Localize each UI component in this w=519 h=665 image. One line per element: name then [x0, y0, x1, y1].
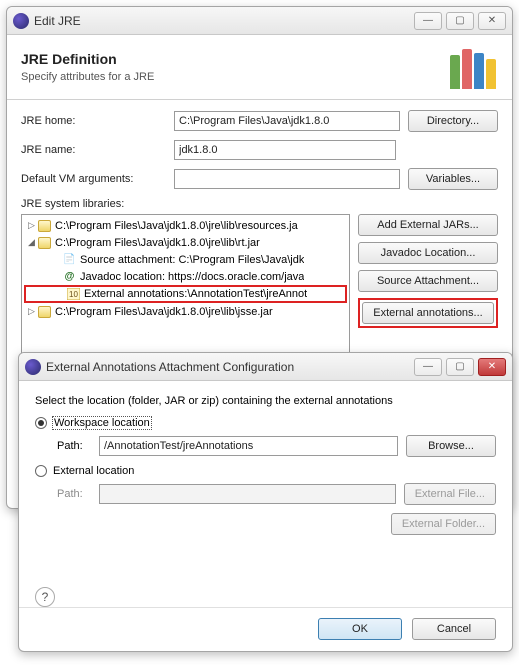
path-label: Path: [57, 488, 91, 500]
highlight-box: External annotations... [358, 298, 498, 328]
external-folder-button: External Folder... [391, 513, 496, 535]
tree-node-resources-jar[interactable]: ▷ C:\Program Files\Java\jdk1.8.0\jre\lib… [22, 217, 349, 234]
collapse-icon[interactable]: ◢ [26, 237, 37, 248]
libraries-label: JRE system libraries: [21, 198, 498, 210]
eclipse-icon [25, 359, 41, 375]
workspace-path-input[interactable] [99, 436, 398, 456]
close-button[interactable]: ✕ [478, 358, 506, 376]
libraries-tree[interactable]: ▷ C:\Program Files\Java\jdk1.8.0\jre\lib… [21, 214, 350, 364]
variables-button[interactable]: Variables... [408, 168, 498, 190]
minimize-button[interactable]: — [414, 12, 442, 30]
external-location-radio[interactable]: External location [35, 465, 496, 477]
source-icon: 📄 [62, 253, 77, 267]
tree-node-external-annotations[interactable]: 10 External annotations:\AnnotationTest\… [24, 285, 347, 303]
directory-button[interactable]: Directory... [408, 110, 498, 132]
workspace-location-label: Workspace location [53, 417, 151, 429]
page-title: JRE Definition [21, 51, 450, 67]
radio-icon[interactable] [35, 417, 47, 429]
tree-node-source-attachment[interactable]: 📄 Source attachment: C:\Program Files\Ja… [22, 251, 349, 268]
jar-icon [38, 220, 51, 232]
minimize-button[interactable]: — [414, 358, 442, 376]
javadoc-location-button[interactable]: Javadoc Location... [358, 242, 498, 264]
source-attachment-button[interactable]: Source Attachment... [358, 270, 498, 292]
window-title: Edit JRE [34, 14, 414, 28]
annotation-icon: 10 [66, 287, 81, 301]
external-annotations-button[interactable]: External annotations... [362, 302, 494, 324]
external-file-button: External File... [404, 483, 496, 505]
jre-home-input[interactable] [174, 111, 400, 131]
eclipse-icon [13, 13, 29, 29]
maximize-button[interactable]: ▢ [446, 12, 474, 30]
vm-args-label: Default VM arguments: [21, 173, 166, 185]
dialog-prompt: Select the location (folder, JAR or zip)… [35, 395, 496, 407]
jre-name-input[interactable] [174, 140, 396, 160]
expand-icon[interactable]: ▷ [26, 220, 37, 231]
workspace-location-radio[interactable]: Workspace location [35, 417, 496, 429]
javadoc-icon: @ [62, 270, 77, 284]
external-location-label: External location [53, 465, 134, 477]
vm-args-input[interactable] [174, 169, 400, 189]
external-path-input [99, 484, 396, 504]
radio-icon[interactable] [35, 465, 47, 477]
help-icon[interactable]: ? [35, 587, 55, 607]
tree-node-rt-jar[interactable]: ◢ C:\Program Files\Java\jdk1.8.0\jre\lib… [22, 234, 349, 251]
svg-text:10: 10 [69, 290, 78, 299]
ok-button[interactable]: OK [318, 618, 402, 640]
add-external-jars-button[interactable]: Add External JARs... [358, 214, 498, 236]
jar-icon [38, 306, 51, 318]
tree-node-jsse-jar[interactable]: ▷ C:\Program Files\Java\jdk1.8.0\jre\lib… [22, 303, 349, 320]
browse-button[interactable]: Browse... [406, 435, 496, 457]
titlebar[interactable]: Edit JRE — ▢ ✕ [7, 7, 512, 35]
jre-home-label: JRE home: [21, 115, 166, 127]
jre-name-label: JRE name: [21, 144, 166, 156]
header-band: JRE Definition Specify attributes for a … [7, 35, 512, 100]
maximize-button[interactable]: ▢ [446, 358, 474, 376]
page-subtitle: Specify attributes for a JRE [21, 71, 450, 83]
path-label: Path: [57, 440, 91, 452]
jar-icon [38, 237, 51, 249]
titlebar[interactable]: External Annotations Attachment Configur… [19, 353, 512, 381]
external-annotations-dialog: External Annotations Attachment Configur… [18, 352, 513, 652]
close-button[interactable]: ✕ [478, 12, 506, 30]
expand-icon[interactable]: ▷ [26, 306, 37, 317]
library-icon [450, 45, 498, 89]
tree-node-javadoc-location[interactable]: @ Javadoc location: https://docs.oracle.… [22, 268, 349, 285]
window-title: External Annotations Attachment Configur… [46, 360, 414, 374]
cancel-button[interactable]: Cancel [412, 618, 496, 640]
